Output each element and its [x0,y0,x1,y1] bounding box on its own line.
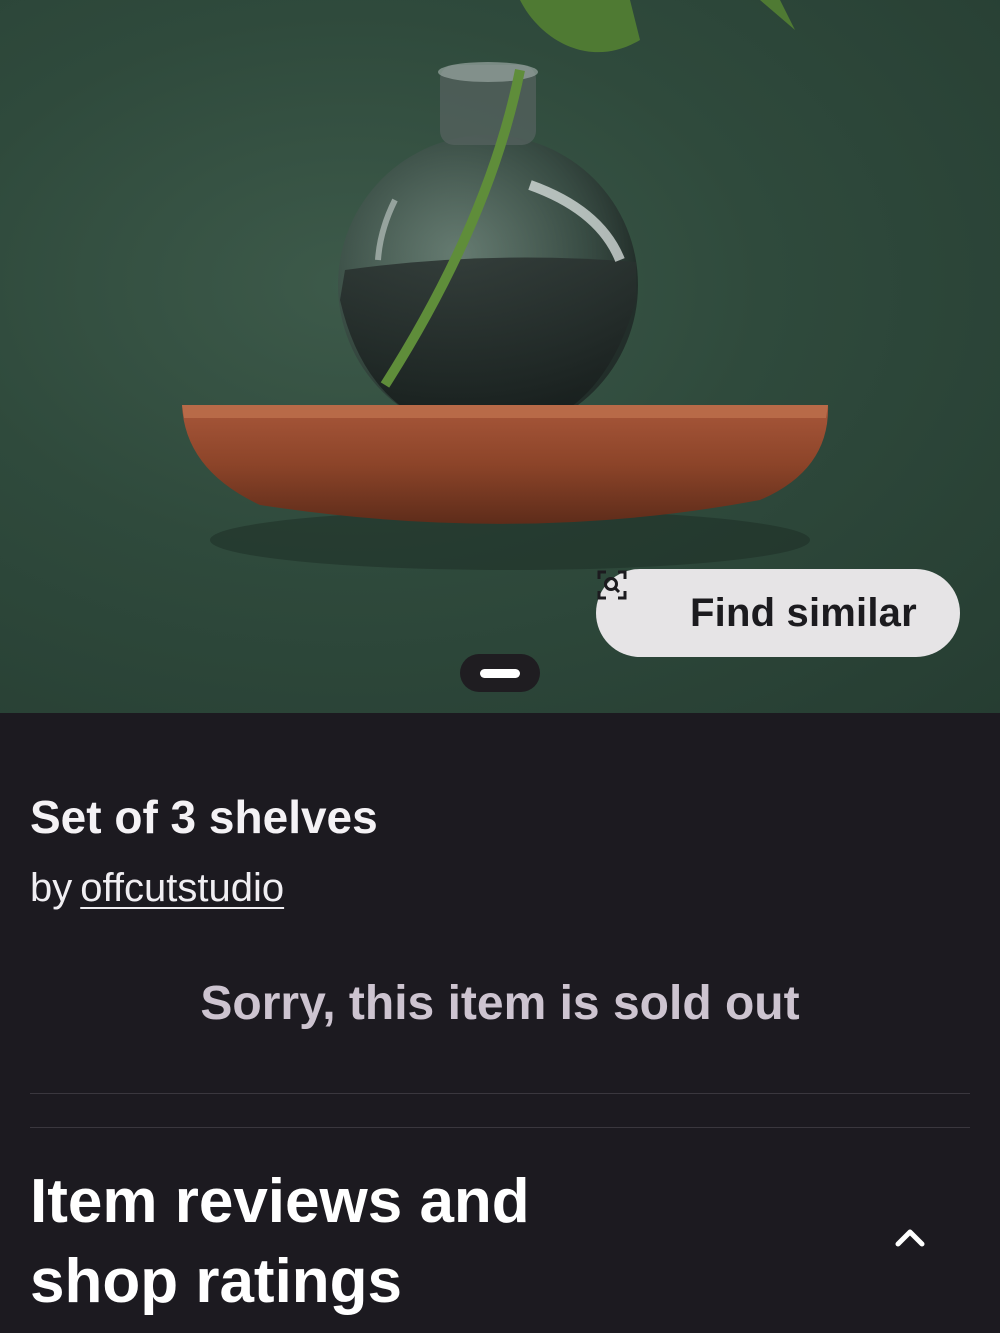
find-similar-button[interactable]: Find similar [596,569,960,657]
pager-indicator [480,668,520,678]
image-pager[interactable] [460,654,540,692]
shop-link[interactable]: offcutstudio [80,866,284,910]
sold-out-message: Sorry, this item is sold out [200,977,800,1030]
by-prefix: by [30,866,73,910]
reviews-heading: Item reviews and shop ratings [30,1167,530,1316]
divider [30,1127,970,1128]
find-similar-label: Find similar [690,590,917,635]
chevron-up-icon[interactable] [890,1220,930,1250]
divider [30,1093,970,1094]
product-image[interactable]: Find similar [0,0,1000,713]
product-title: Set of 3 shelves [30,791,378,843]
visual-search-icon [597,570,670,629]
shop-byline: by offcutstudio [30,866,284,911]
